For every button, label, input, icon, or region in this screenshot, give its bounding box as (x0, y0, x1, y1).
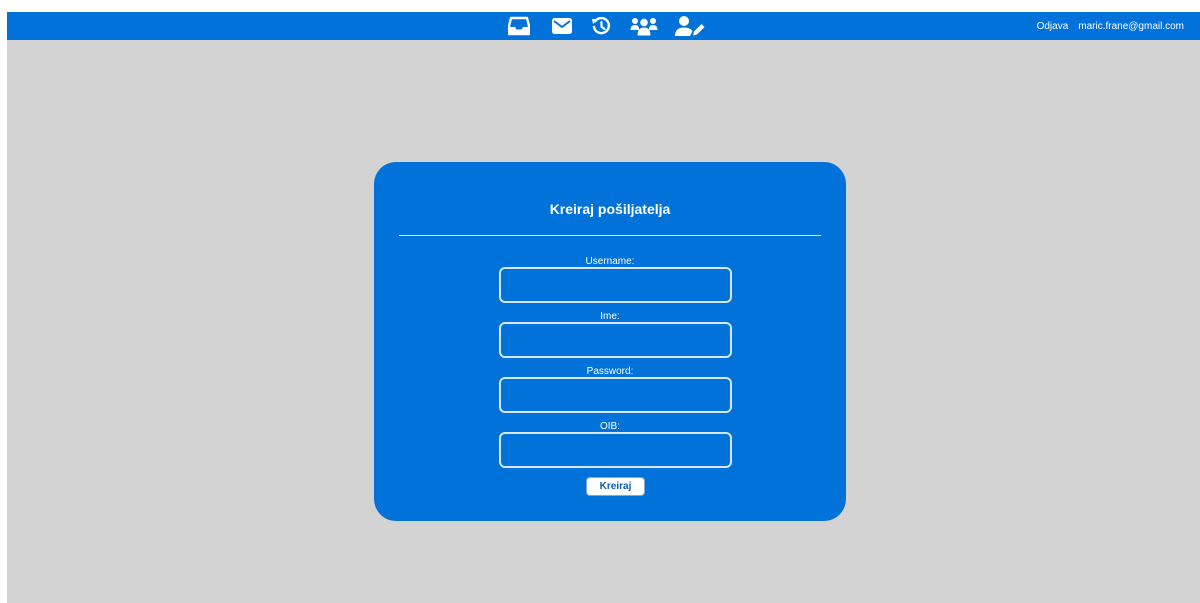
oib-label: OIB: (599, 421, 620, 432)
ime-label: Ime: (600, 311, 620, 322)
users-icon[interactable] (624, 12, 664, 40)
mail-icon[interactable] (546, 12, 578, 40)
username-label: Username: (585, 256, 635, 267)
user-edit-icon[interactable] (670, 12, 710, 40)
create-button[interactable]: Kreiraj (586, 477, 645, 496)
user-email: maric.frane@gmail.com (1078, 20, 1184, 32)
ime-input[interactable] (499, 322, 732, 358)
top-navigation-bar: Odjava maric.frane@gmail.com (7, 12, 1200, 40)
password-input[interactable] (499, 377, 732, 413)
history-icon[interactable] (586, 12, 616, 40)
logout-link[interactable]: Odjava (1037, 21, 1069, 32)
password-label: Password: (586, 366, 634, 377)
title-divider (399, 235, 821, 236)
username-input[interactable] (499, 267, 732, 303)
oib-input[interactable] (499, 432, 732, 468)
inbox-icon[interactable] (502, 12, 536, 40)
nav-icon-group (502, 12, 710, 40)
user-area: Odjava maric.frane@gmail.com (1037, 12, 1184, 40)
create-sender-form: Kreiraj pošiljatelja Username: Ime: Pass… (374, 162, 846, 521)
page-background: Odjava maric.frane@gmail.com Kreiraj poš… (7, 12, 1200, 603)
form-title: Kreiraj pošiljatelja (549, 201, 671, 217)
